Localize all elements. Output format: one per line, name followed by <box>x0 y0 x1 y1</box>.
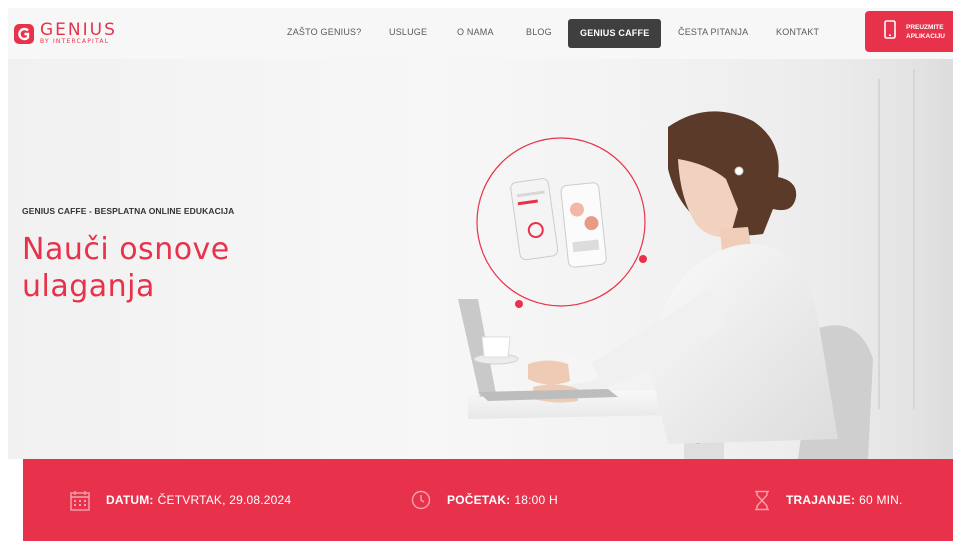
date-label: DATUM: <box>106 493 154 507</box>
hero-title-line2: ulaganja <box>22 269 155 304</box>
start-label: POČETAK: <box>447 493 511 507</box>
nav-item-kontakt[interactable]: KONTAKT <box>776 27 819 37</box>
nav-item-zasto-genius[interactable]: ZAŠTO GENIUS? <box>287 27 361 37</box>
hero-title: Nauči osnove ulaganja <box>22 231 322 305</box>
nav-item-usluge[interactable]: USLUGE <box>389 27 427 37</box>
smartphone-icon <box>884 19 896 44</box>
hero-title-line1: Nauči osnove <box>22 232 230 267</box>
event-info-bar: DATUM: ČETVRTAK, 29.08.2024 POČETAK: 18:… <box>23 459 953 541</box>
nav-item-cesta-pitanja[interactable]: ČESTA PITANJA <box>678 27 748 37</box>
main-nav: ZAŠTO GENIUS? USLUGE O NAMA BLOG GENIUS … <box>8 8 953 59</box>
start-value: 18:00 H <box>514 493 558 507</box>
date-value: ČETVRTAK, 29.08.2024 <box>157 493 292 507</box>
nav-item-o-nama[interactable]: O NAMA <box>457 27 494 37</box>
duration-label: TRAJANJE: <box>786 493 856 507</box>
nav-item-genius-caffe[interactable]: GENIUS CAFFE <box>568 19 662 48</box>
hero-kicker: GENIUS CAFFE - BESPLATNA ONLINE EDUKACIJ… <box>22 206 235 216</box>
hourglass-icon <box>754 490 770 511</box>
download-line2: APLIKACIJU <box>906 32 946 40</box>
event-duration: TRAJANJE: 60 MIN. <box>754 459 903 541</box>
nav-item-blog[interactable]: BLOG <box>526 27 552 37</box>
event-start: POČETAK: 18:00 H <box>411 459 558 541</box>
duration-value: 60 MIN. <box>859 493 903 507</box>
site-header: GENIUS BY INTERCAPITAL ZAŠTO GENIUS? USL… <box>8 8 953 59</box>
clock-icon <box>411 490 431 510</box>
event-date: DATUM: ČETVRTAK, 29.08.2024 <box>70 459 291 541</box>
hero-section: GENIUS CAFFE - BESPLATNA ONLINE EDUKACIJ… <box>8 59 953 459</box>
download-line1: PREUZMITE <box>906 23 944 31</box>
calendar-icon <box>70 490 90 511</box>
download-app-button[interactable]: PREUZMITE APLIKACIJU <box>865 11 953 52</box>
